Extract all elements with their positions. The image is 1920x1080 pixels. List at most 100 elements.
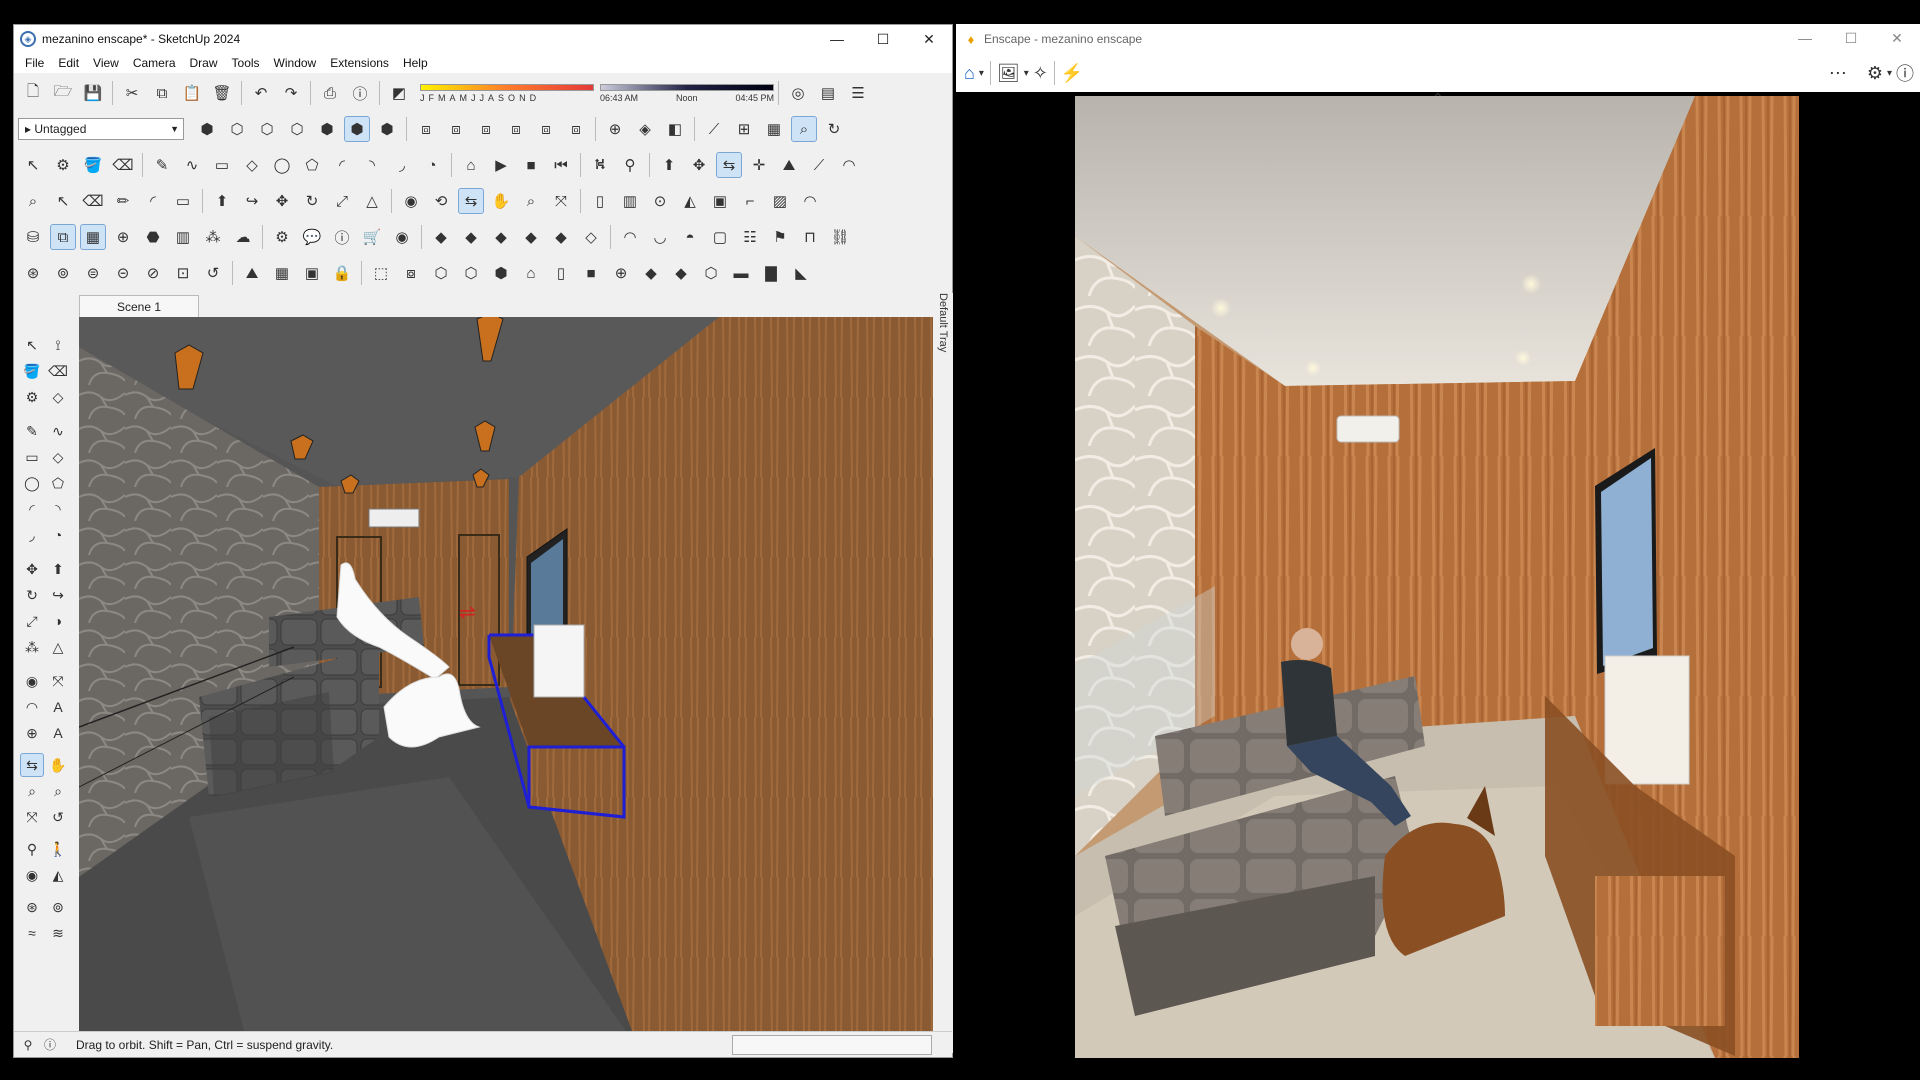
red-box-icon[interactable]: ◆ [638, 260, 664, 286]
cube-3-icon[interactable]: ⬢ [488, 260, 514, 286]
eraser-icon[interactable]: ⌫ [110, 152, 136, 178]
zoom-extents-tool-icon[interactable]: ⤧ [20, 805, 44, 829]
enscape-close-button[interactable]: ✕ [1874, 24, 1920, 52]
cloud-icon[interactable]: ☁ [230, 224, 256, 250]
curve-2-icon[interactable]: ◡ [647, 224, 673, 250]
flip-cyan-icon[interactable]: ◆ [458, 224, 484, 250]
select-icon[interactable]: ↖ [20, 152, 46, 178]
back-view-icon[interactable]: ⧈ [533, 116, 559, 142]
maximize-button[interactable]: ☐ [860, 25, 906, 53]
warehouse-icon[interactable]: ⌂ [458, 152, 484, 178]
print-icon[interactable]: ⎙ [317, 80, 343, 106]
move-red-icon[interactable]: ✛ [746, 152, 772, 178]
play-icon[interactable]: ▶ [488, 152, 514, 178]
save-icon[interactable]: 💾 [80, 80, 106, 106]
arc-tool-1-icon[interactable]: ◜ [20, 497, 44, 521]
lasso-tool-icon[interactable]: ⟟ [46, 333, 70, 357]
left-view-icon[interactable]: ⧈ [563, 116, 589, 142]
redo-icon[interactable]: ↷ [278, 80, 304, 106]
text-tool-icon[interactable]: A [46, 695, 70, 719]
rectangle-icon[interactable]: ▭ [209, 152, 235, 178]
cube-icon[interactable]: ⬡ [428, 260, 454, 286]
protractor-tool-icon[interactable]: ◠ [20, 695, 44, 719]
help-icon[interactable]: ⓘ [1896, 58, 1914, 88]
gradient-icon[interactable]: ▨ [767, 188, 793, 214]
rotated-rect-tool-icon[interactable]: ◇ [46, 445, 70, 469]
shapes-icon[interactable]: ⬚ [368, 260, 394, 286]
sandbox-icon[interactable]: ⛰ [776, 152, 802, 178]
enscape-render-view[interactable] [1075, 96, 1799, 1058]
rotate-icon[interactable]: ↻ [299, 188, 325, 214]
shadow-time-slider[interactable] [600, 83, 774, 91]
menu-file[interactable]: File [18, 56, 51, 70]
close-button[interactable]: ✕ [906, 25, 952, 53]
pan-icon[interactable]: ⇆ [458, 188, 484, 214]
extension-icon[interactable]: ⬣ [140, 224, 166, 250]
orbit-icon[interactable]: ↻ [821, 116, 847, 142]
tab-scene-1[interactable]: Scene 1 [79, 295, 199, 317]
orbit-tool-icon[interactable]: ⇆ [20, 753, 44, 777]
zoom-window-tool-icon[interactable]: ⌕ [46, 779, 70, 803]
position-camera-tool-icon[interactable]: ⚲ [20, 837, 44, 861]
menu-draw[interactable]: Draw [183, 56, 225, 70]
zoom-2-icon[interactable]: ⌕ [518, 188, 544, 214]
eraser-2-icon[interactable]: ⌫ [80, 188, 106, 214]
top-view-icon[interactable]: ⧈ [443, 116, 469, 142]
stats-icon[interactable]: ▥ [170, 224, 196, 250]
sandbox-tool-3-icon[interactable]: ⊜ [80, 260, 106, 286]
menu-window[interactable]: Window [267, 56, 324, 70]
scale-tool-icon[interactable]: ⤢ [20, 609, 44, 633]
stairs-2-icon[interactable]: ⌂ [518, 260, 544, 286]
sandbox-tool-1-icon[interactable]: ⊛ [20, 260, 46, 286]
pie-tool-icon[interactable]: ◔ [46, 523, 70, 547]
blue-box-icon[interactable]: ■ [578, 260, 604, 286]
shadows-toggle-icon[interactable]: ◩ [386, 80, 412, 106]
position-camera-icon[interactable]: ⚲ [617, 152, 643, 178]
sandbox-stamp-tool-icon[interactable]: ≋ [46, 921, 70, 945]
walk-tool-icon[interactable]: 🚶 [46, 837, 70, 861]
paste-icon[interactable]: 📋 [179, 80, 205, 106]
hand-icon[interactable]: ✋ [488, 188, 514, 214]
globe-icon[interactable]: ⊙ [647, 188, 673, 214]
window-tool-icon[interactable]: ▦ [269, 260, 295, 286]
paint-icon[interactable]: ◉ [398, 188, 424, 214]
tape-tool-icon[interactable]: ◉ [20, 669, 44, 693]
zoom-extents-icon[interactable]: ⌕ [791, 116, 817, 142]
zoom-tool-icon[interactable]: ⌕ [20, 779, 44, 803]
select-tool-icon[interactable]: ↖ [20, 333, 44, 357]
freehand-tool-icon[interactable]: ∿ [46, 419, 70, 443]
flip-tool-icon[interactable]: ⁂ [20, 635, 44, 659]
flip-blue-icon[interactable]: ◆ [428, 224, 454, 250]
xray-icon[interactable]: ⬢ [194, 116, 220, 142]
hidden-line-icon[interactable]: ⬡ [284, 116, 310, 142]
shaded-icon[interactable]: ⬢ [314, 116, 340, 142]
settings-icon[interactable]: ⚙ [1867, 58, 1883, 88]
tag-selector[interactable]: ▸ Untagged ▼ [18, 118, 184, 140]
list-icon[interactable]: ☰ [845, 80, 871, 106]
shadow-month-slider[interactable] [420, 83, 594, 91]
move-2-icon[interactable]: ✥ [269, 188, 295, 214]
flip-green-icon[interactable]: ◆ [518, 224, 544, 250]
monochrome-icon[interactable]: ⬢ [374, 116, 400, 142]
shelf-icon[interactable]: ⊓ [797, 224, 823, 250]
undo-icon[interactable]: ↶ [248, 80, 274, 106]
menu-edit[interactable]: Edit [51, 56, 86, 70]
new-file-icon[interactable]: 🗋 [20, 80, 46, 106]
gear-icon[interactable]: ⚙ [269, 224, 295, 250]
component-icon[interactable]: ⚙ [50, 152, 76, 178]
sandbox-scratch-tool-icon[interactable]: ⊚ [46, 895, 70, 919]
flag-icon[interactable]: ⚑ [767, 224, 793, 250]
follow-me-tool-icon[interactable]: ↪ [46, 583, 70, 607]
image-icon[interactable]: 🖼 [997, 58, 1020, 88]
wireframe-icon[interactable]: ⬡ [254, 116, 280, 142]
link-icon[interactable]: ⛓ [827, 224, 853, 250]
tag-tool-icon[interactable]: ◇ [46, 385, 70, 409]
door-icon[interactable]: ▯ [548, 260, 574, 286]
circle-icon[interactable]: ◯ [269, 152, 295, 178]
sandbox-contours-tool-icon[interactable]: ⊛ [20, 895, 44, 919]
back-edges-icon[interactable]: ⬡ [224, 116, 250, 142]
model-viewport[interactable]: ⇌ [79, 317, 933, 1050]
polygon-icon[interactable]: ⬠ [299, 152, 325, 178]
components-icon[interactable]: ⧉ [50, 224, 76, 250]
home-dropdown-icon[interactable]: ▾ [979, 58, 984, 88]
